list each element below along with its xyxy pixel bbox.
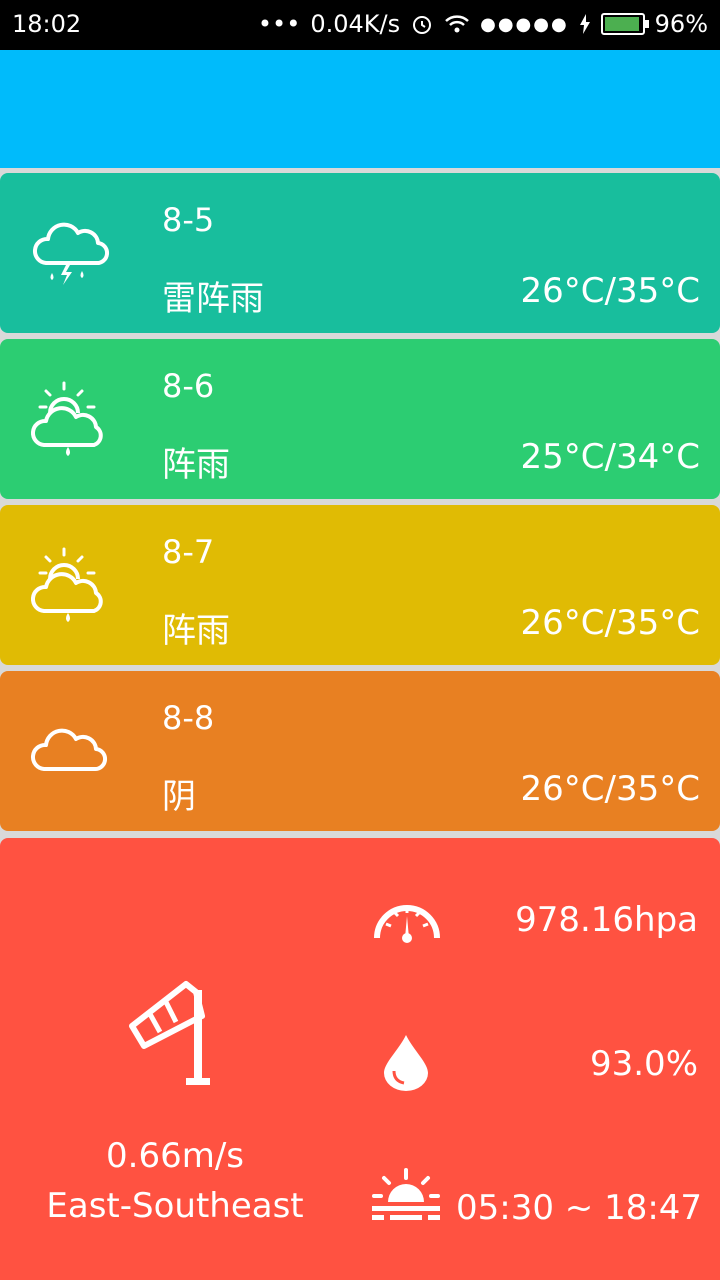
- pressure-gauge-icon: [374, 905, 440, 943]
- forecast-temp-range: 26°C/35°C: [520, 603, 700, 643]
- status-more-dots: •••: [257, 10, 301, 38]
- current-details-panel: 0.66m/s East-Southeast 978.16hpa 93.0% 0…: [0, 838, 720, 1280]
- signal-icon: ●●●●●: [480, 13, 569, 35]
- wind-direction: East-Southeast: [46, 1186, 304, 1226]
- sunrise-sunset-times: 05:30 ~ 18:47: [456, 1188, 703, 1228]
- shower-icon: [31, 381, 103, 456]
- status-right: ••• 0.04K/s ●●●●● 96%: [258, 10, 708, 38]
- charging-icon: [579, 14, 590, 34]
- forecast-temp-range: 26°C/35°C: [520, 271, 700, 311]
- wind-speed: 0.66m/s: [106, 1136, 244, 1176]
- forecast-date: 8-5: [162, 201, 215, 239]
- forecast-condition: 阴: [162, 777, 196, 817]
- forecast-card[interactable]: 8-8 阴 26°C/35°C: [0, 671, 720, 831]
- forecast-card[interactable]: 8-5 雷阵雨 26°C/35°C: [0, 173, 720, 333]
- forecast-date: 8-8: [162, 699, 215, 737]
- pressure-value: 978.16hpa: [515, 900, 698, 940]
- forecast-condition: 阵雨: [162, 445, 230, 485]
- forecast-temp-range: 25°C/34°C: [520, 437, 700, 477]
- sunrise-icon: [372, 1168, 440, 1220]
- thunderstorm-icon: [33, 222, 109, 285]
- forecast-date: 8-6: [162, 367, 215, 405]
- battery-icon: [600, 13, 649, 35]
- status-time: 18:02: [12, 10, 82, 38]
- network-speed: 0.04K/s: [310, 10, 401, 38]
- forecast-card[interactable]: 8-7 阵雨 26°C/35°C: [0, 505, 720, 665]
- alarm-icon: [413, 16, 432, 34]
- wifi-icon: [445, 15, 469, 33]
- humidity-drop-icon: [384, 1035, 428, 1091]
- status-bar: 18:02 ••• 0.04K/s ●●●●● 96%: [0, 0, 720, 50]
- battery-percent: 96%: [654, 10, 708, 38]
- forecast-date: 8-7: [162, 533, 215, 571]
- shower-icon: [31, 547, 103, 622]
- windsock-icon: [129, 981, 210, 1085]
- forecast-condition: 雷阵雨: [162, 279, 264, 319]
- forecast-card[interactable]: 8-6 阵雨 25°C/34°C: [0, 339, 720, 499]
- forecast-temp-range: 26°C/35°C: [520, 769, 700, 809]
- forecast-condition: 阵雨: [162, 611, 230, 651]
- humidity-value: 93.0%: [589, 1044, 698, 1084]
- app-header: [0, 50, 720, 168]
- cloudy-icon: [31, 728, 107, 772]
